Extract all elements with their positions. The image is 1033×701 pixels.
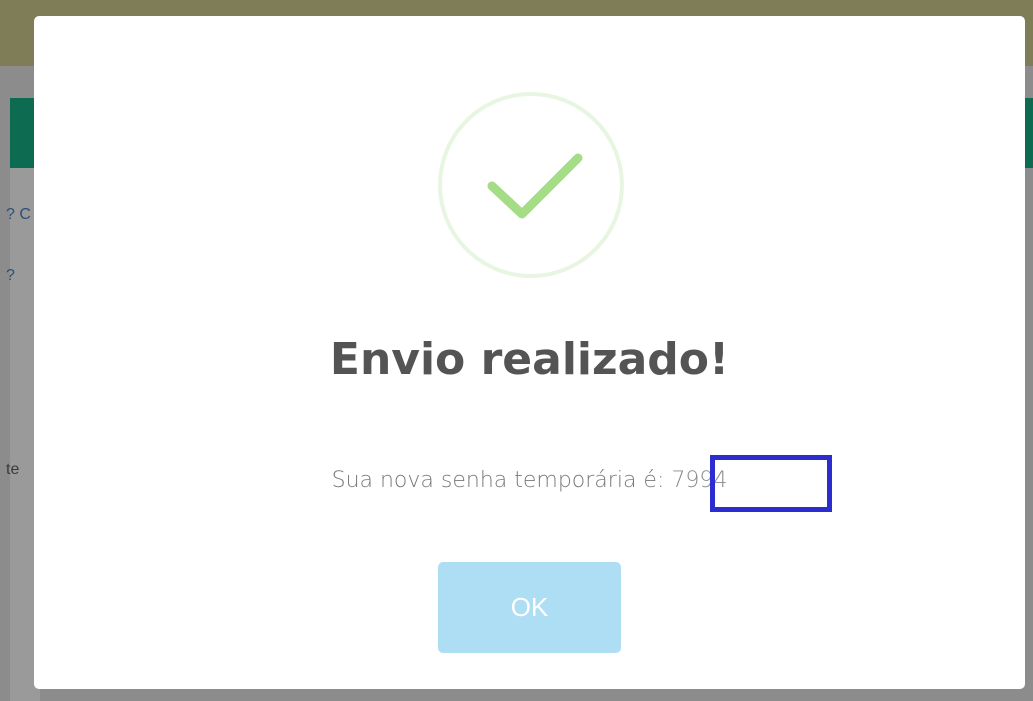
password-highlight-box — [710, 455, 832, 512]
success-dialog: Envio realizado! Sua nova senha temporár… — [34, 16, 1025, 689]
background-link-text: ? — [6, 267, 15, 284]
background-link-text: ? C — [6, 206, 31, 223]
dialog-message: Sua nova senha temporária é: 7994 — [34, 468, 1025, 493]
dialog-title: Envio realizado! — [329, 334, 730, 385]
ok-button[interactable]: OK — [438, 562, 621, 653]
message-text: Sua nova senha temporária é: — [331, 468, 665, 493]
background-label-text: te — [6, 461, 20, 478]
success-check-icon — [438, 92, 624, 278]
